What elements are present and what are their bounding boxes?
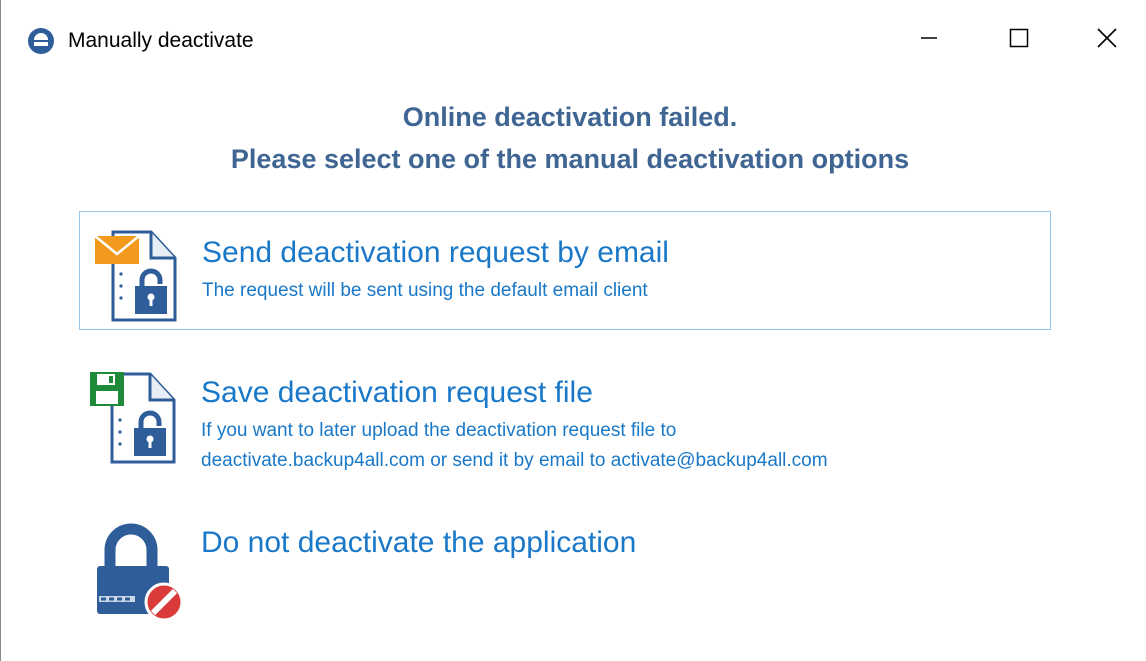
option-title: Save deactivation request file bbox=[201, 376, 593, 409]
dialog-window: Manually deactivate Online deactivation … bbox=[0, 0, 1146, 661]
option-description-line-2: deactivate.backup4all.com or send it by … bbox=[201, 450, 828, 471]
app-logo-icon bbox=[27, 27, 55, 55]
option-title: Do not deactivate the application bbox=[201, 526, 637, 559]
option-description-line-1: If you want to later upload the deactiva… bbox=[201, 420, 677, 441]
save-lock-document-icon bbox=[88, 370, 178, 471]
dialog-heading: Online deactivation failed. Please selec… bbox=[1, 96, 1139, 180]
close-icon bbox=[1096, 27, 1118, 54]
email-lock-document-icon bbox=[93, 228, 179, 329]
close-button[interactable] bbox=[1077, 18, 1137, 62]
minimize-icon bbox=[919, 28, 939, 53]
option-save-file[interactable]: Save deactivation request file If you wa… bbox=[79, 358, 1051, 478]
minimize-button[interactable] bbox=[899, 18, 959, 62]
window-title: Manually deactivate bbox=[68, 29, 254, 52]
option-do-not-deactivate[interactable]: Do not deactivate the application bbox=[79, 512, 1051, 622]
maximize-icon bbox=[1009, 28, 1029, 53]
title-bar[interactable]: Manually deactivate bbox=[1, 0, 1146, 80]
maximize-button[interactable] bbox=[989, 18, 1049, 62]
heading-line-2: Please select one of the manual deactiva… bbox=[230, 144, 910, 174]
option-description: The request will be sent using the defau… bbox=[202, 280, 648, 301]
lock-forbidden-icon bbox=[93, 522, 191, 627]
option-title: Send deactivation request by email bbox=[202, 236, 669, 269]
option-send-email[interactable]: Send deactivation request by email The r… bbox=[79, 211, 1051, 330]
heading-line-1: Online deactivation failed. bbox=[402, 102, 738, 132]
